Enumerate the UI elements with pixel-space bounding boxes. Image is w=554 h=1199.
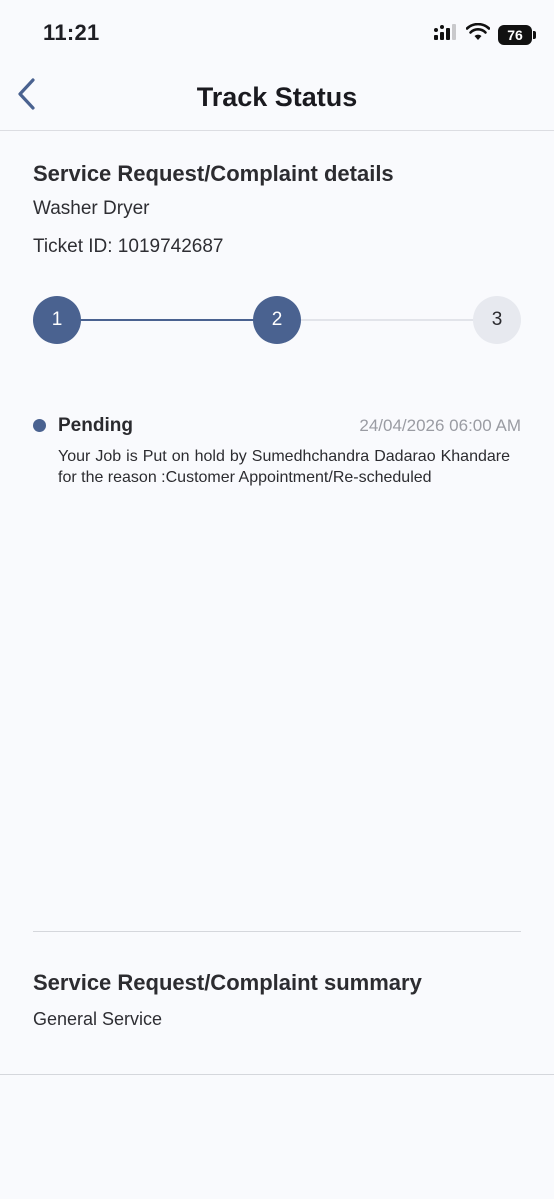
step-connector-pending — [299, 319, 475, 321]
signal-bars-icon — [434, 24, 458, 45]
nav-header: Track Status — [0, 66, 554, 130]
timeline-dot — [33, 419, 46, 432]
step-2: 2 — [253, 296, 301, 344]
wifi-icon — [465, 22, 491, 46]
details-heading: Service Request/Complaint details — [33, 161, 394, 186]
header-divider — [0, 130, 554, 131]
track-status-screen: 11:21 76 Track Status Service Request/Co… — [0, 0, 554, 1199]
summary-divider — [33, 931, 521, 932]
page-title: Track Status — [196, 82, 358, 112]
battery-level: 76 — [507, 26, 523, 43]
bottom-divider — [0, 1074, 554, 1075]
timeline-date: 24/04/2026 06:00 AM — [359, 416, 521, 435]
step-3: 3 — [473, 296, 521, 344]
battery-icon: 76 — [498, 24, 536, 45]
ticket-id: Ticket ID: 1019742687 — [33, 236, 224, 257]
status-icons: 76 — [434, 22, 536, 46]
summary-heading: Service Request/Complaint summary — [33, 970, 422, 995]
timeline-description: Your Job is Put on hold by Sumedhchandra… — [58, 448, 510, 486]
step-1: 1 — [33, 296, 81, 344]
product-name: Washer Dryer — [33, 198, 150, 219]
timeline-status: Pending — [58, 415, 133, 436]
status-time: 11:21 — [43, 20, 100, 45]
status-bar: 11:21 76 — [0, 0, 554, 66]
step-connector-completed — [79, 319, 255, 321]
progress-stepper: 1 2 3 — [33, 296, 521, 344]
summary-value: General Service — [33, 1009, 163, 1029]
